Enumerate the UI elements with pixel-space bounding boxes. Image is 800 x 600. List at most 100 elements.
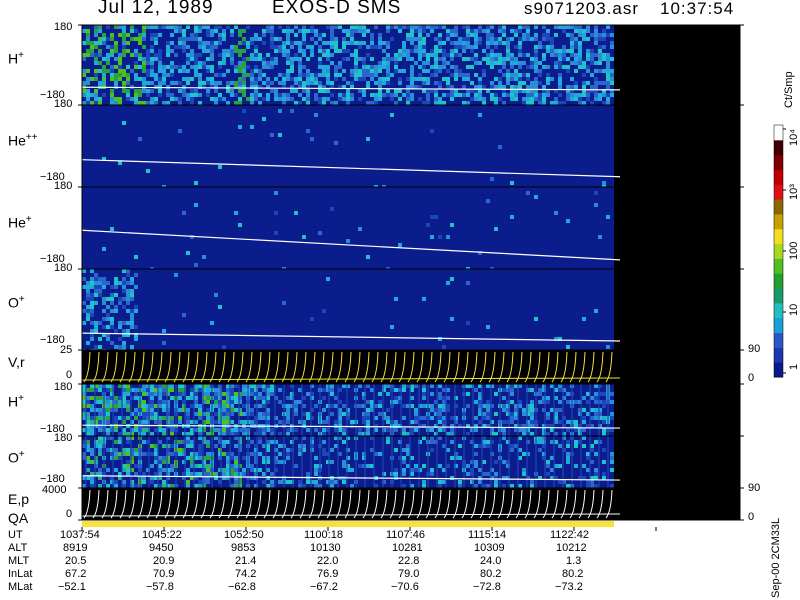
spectrogram-cell	[178, 89, 182, 93]
spectrogram-cell	[238, 223, 242, 227]
spectrogram-cell	[178, 29, 182, 33]
spectrogram-cell	[566, 460, 570, 464]
spectrogram-cell	[474, 400, 478, 404]
spectrogram-cell	[198, 77, 202, 81]
spectrogram-cell	[126, 281, 130, 285]
spectrogram-cell	[322, 440, 326, 444]
spectrogram-cell	[242, 428, 246, 432]
spectrogram-cell	[262, 29, 266, 33]
spectrogram-cell	[254, 57, 258, 61]
spectrogram-cell	[174, 45, 178, 49]
spectrogram-cell	[494, 93, 498, 97]
spectrogram-cell	[358, 404, 362, 408]
spectrogram-cell	[394, 388, 398, 392]
spectrogram-cell	[342, 37, 346, 41]
spectrogram-cell	[250, 408, 254, 412]
spectrogram-cell	[222, 452, 226, 456]
spectrogram-cell	[594, 309, 598, 313]
spectrogram-cell	[294, 89, 298, 93]
spectrogram-cell	[434, 73, 438, 77]
panel-background	[82, 187, 614, 269]
spectrogram-cell	[110, 73, 114, 77]
spectrogram-cell	[394, 25, 398, 29]
spectrogram-cell	[90, 321, 94, 325]
spectrogram-cell	[142, 33, 146, 37]
spectrogram-cell	[370, 69, 374, 73]
spectrogram-cell	[150, 57, 154, 61]
spectrogram-cell	[446, 37, 450, 41]
no-data-region	[614, 436, 740, 488]
colorbar-segment	[774, 139, 783, 156]
spin-stripe	[409, 436, 411, 488]
spectrogram-cell	[406, 25, 410, 29]
spectrogram-cell	[462, 37, 466, 41]
spectrogram-cell	[222, 61, 226, 65]
spin-stripe	[184, 384, 186, 436]
spectrogram-cell	[162, 73, 166, 77]
spectrogram-cell	[490, 37, 494, 41]
spectrogram-cell	[322, 408, 326, 412]
spectrogram-cell	[598, 235, 602, 239]
spectrogram-cell	[106, 484, 110, 488]
spectrogram-cell	[190, 97, 194, 101]
spectrogram-cell	[506, 53, 510, 57]
spectrogram-cell	[234, 480, 238, 484]
spectrogram-cell	[214, 41, 218, 45]
spectrogram-cell	[566, 57, 570, 61]
spectrogram-cell	[558, 93, 562, 97]
spectrogram-cell	[82, 69, 86, 73]
spectrogram-cell	[518, 37, 522, 41]
spectrogram-cell	[470, 49, 474, 53]
spectrogram-cell	[466, 57, 470, 61]
spectrogram-cell	[282, 49, 286, 53]
spectrogram-cell	[342, 41, 346, 45]
spectrogram-cell	[142, 440, 146, 444]
spectrogram-cell	[190, 93, 194, 97]
spectrogram-cell	[298, 57, 302, 61]
spectrogram-cell	[434, 101, 438, 105]
spectrogram-cell	[206, 45, 210, 49]
spectrogram-cell	[494, 41, 498, 45]
spectrogram-cell	[286, 25, 290, 29]
spectrogram-cell	[186, 484, 190, 488]
spectrogram-cell	[378, 65, 382, 69]
spectrogram-cell	[110, 37, 114, 41]
spectrogram-cell	[386, 392, 390, 396]
spectrogram-cell	[378, 93, 382, 97]
spectrogram-cell	[566, 49, 570, 53]
spectrogram-cell	[378, 89, 382, 93]
spectrogram-cell	[362, 25, 366, 29]
spectrogram-cell	[438, 41, 442, 45]
spectrogram-cell	[574, 428, 578, 432]
spectrogram-cell	[114, 416, 118, 420]
spectrogram-cell	[258, 384, 262, 388]
spectrogram-cell	[122, 269, 126, 273]
spectrogram-cell	[206, 420, 210, 424]
spectrogram-cell	[234, 468, 238, 472]
spectrogram-cell	[178, 97, 182, 101]
spectrogram-cell	[582, 317, 586, 321]
spectrogram-cell	[86, 289, 90, 293]
spectrogram-cell	[530, 37, 534, 41]
spectrogram-cell	[466, 93, 470, 97]
spectrogram-cell	[214, 404, 218, 408]
spectrogram-cell	[510, 53, 514, 57]
spectrogram-cell	[458, 480, 462, 484]
spectrogram-cell	[510, 29, 514, 33]
spectrogram-cell	[482, 97, 486, 101]
spectrogram-cell	[362, 57, 366, 61]
spectrogram-cell	[326, 57, 330, 61]
spectrogram-cell	[318, 61, 322, 65]
spectrogram-cell	[266, 53, 270, 57]
spectrogram-cell	[330, 101, 334, 105]
spectrogram-cell	[94, 301, 98, 305]
spectrogram-cell	[534, 49, 538, 53]
spectrogram-cell	[278, 480, 282, 484]
spectrogram-cell	[174, 25, 178, 29]
spectrogram-cell	[410, 93, 414, 97]
spectrogram-cell	[410, 73, 414, 77]
spectrogram-cell	[106, 468, 110, 472]
spectrogram-cell	[510, 484, 514, 488]
spectrogram-cell	[290, 89, 294, 93]
spectrogram-cell	[186, 93, 190, 97]
